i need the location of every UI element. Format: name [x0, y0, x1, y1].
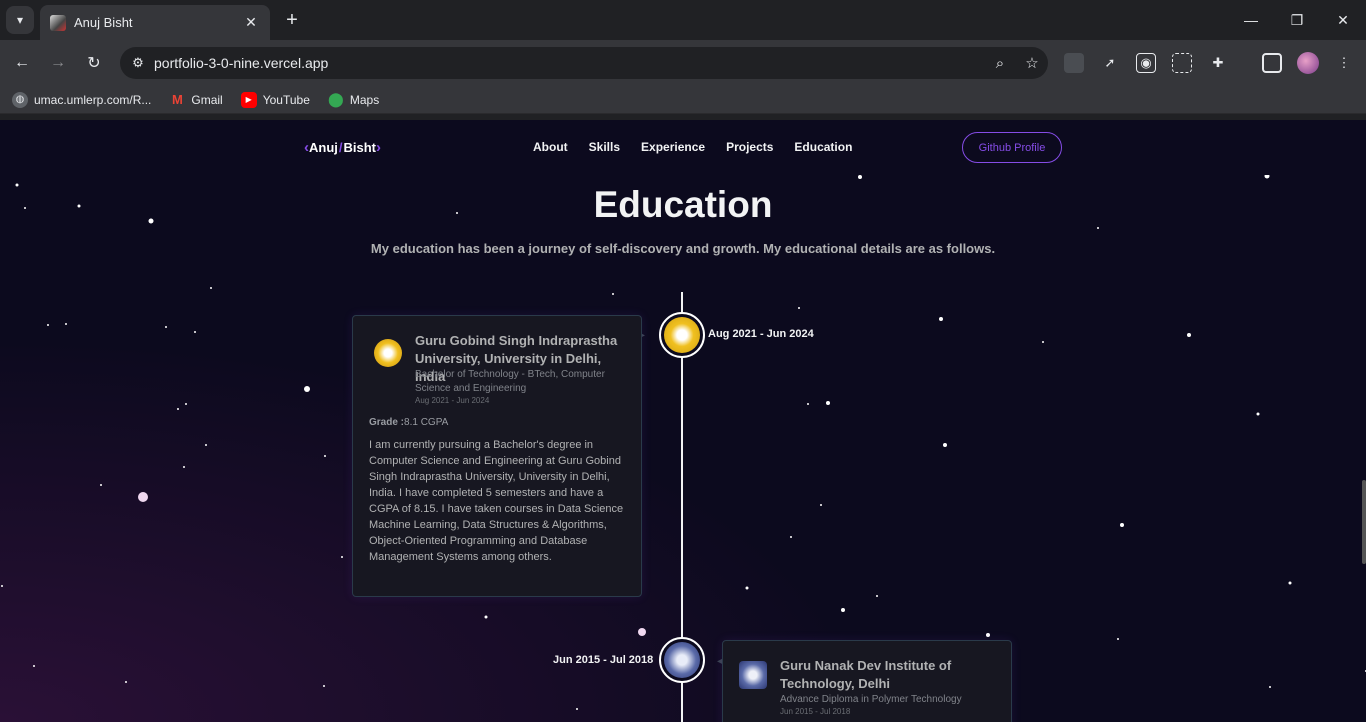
tab-search-chevron-icon[interactable]: ▾ — [6, 6, 34, 34]
card-date: Jun 2015 - Jul 2018 — [780, 707, 851, 716]
gmail-icon: M — [171, 92, 183, 107]
portfolio-page: ‹ Anuj / Bisht › About Skills Experience… — [0, 120, 1366, 722]
grade-label: Grade : — [369, 417, 405, 428]
bookmark-umac[interactable]: ◍ umac.umlerp.com/R... — [12, 91, 152, 108]
glasses-extension-icon[interactable]: ◉ — [1136, 53, 1156, 73]
logo-chevron-right-icon: › — [376, 139, 382, 156]
screenshot-extension-icon[interactable] — [1172, 53, 1192, 73]
address-bar[interactable]: ⚙ portfolio-3-0-nine.vercel.app ⌕ ☆ — [120, 47, 1048, 79]
bookmark-maps[interactable]: ⬤ Maps — [328, 91, 380, 108]
grade-value: 8.1 CGPA — [404, 417, 449, 428]
degree: Bachelor of Technology - BTech, Computer… — [415, 369, 605, 394]
github-profile-button[interactable]: Github Profile — [962, 132, 1062, 163]
timeline-dot — [659, 312, 705, 358]
education-card[interactable]: Guru Gobind Singh Indraprastha Universit… — [352, 315, 642, 597]
bookmark-star-icon[interactable]: ☆ — [1016, 54, 1048, 72]
maps-icon: ⬤ — [328, 91, 344, 107]
logo-surname: Bisht — [343, 140, 377, 155]
menu-kebab-icon[interactable]: ⋮ — [1334, 53, 1354, 73]
bookmark-label: Maps — [349, 92, 380, 107]
zoom-icon[interactable]: ⌕ — [984, 55, 1016, 72]
nav-links: About Skills Experience Projects Educati… — [533, 140, 852, 154]
education-description: I am currently pursuing a Bachelor's deg… — [369, 439, 624, 563]
section-title: Education — [593, 184, 773, 225]
nav-projects[interactable]: Projects — [726, 140, 773, 154]
site-logo[interactable]: ‹ Anuj / Bisht › — [304, 139, 381, 156]
tab-title: Anuj Bisht — [74, 15, 133, 30]
tab-close-icon[interactable]: ✕ — [242, 14, 260, 31]
timeline-dot — [659, 637, 705, 683]
nav-experience[interactable]: Experience — [641, 140, 705, 154]
tab-bar: ▾ Anuj Bisht ✕ + — ❐ ✕ — [0, 0, 1366, 40]
degree: Advance Diploma in Polymer Technology — [780, 694, 962, 705]
site-navbar: ‹ Anuj / Bisht › About Skills Experience… — [0, 120, 1366, 175]
bookmark-label: YouTube — [262, 92, 310, 107]
bookmark-label: umac.umlerp.com/R... — [34, 92, 152, 107]
url-text[interactable]: portfolio-3-0-nine.vercel.app — [154, 55, 984, 71]
card-date: Aug 2021 - Jun 2024 — [415, 396, 490, 405]
browser-toolbar: ← → ↻ ⚙ portfolio-3-0-nine.vercel.app ⌕ … — [0, 40, 1366, 86]
timeline-date: Aug 2021 - Jun 2024 — [708, 328, 814, 340]
bookmarks-bar: ◍ umac.umlerp.com/R... M Gmail ▶ YouTube… — [0, 86, 1366, 114]
section-description: My education has been a journey of self-… — [370, 241, 996, 256]
grade: Grade :8.1 CGPA — [369, 417, 448, 428]
site-settings-icon[interactable]: ⚙ — [122, 55, 154, 71]
back-icon[interactable]: ← — [8, 49, 36, 77]
nav-about[interactable]: About — [533, 140, 568, 154]
page-scrollbar[interactable] — [1362, 480, 1366, 564]
youtube-icon: ▶ — [240, 91, 257, 108]
school-name: Guru Nanak Dev Institute of Technology, … — [780, 658, 952, 691]
active-tab[interactable]: Anuj Bisht ✕ — [40, 5, 270, 40]
bookmark-gmail[interactable]: M Gmail — [169, 92, 223, 108]
reload-icon[interactable]: ↻ — [80, 49, 108, 77]
bookmark-label: Gmail — [191, 92, 223, 107]
school-logo-icon — [374, 339, 402, 367]
restore-icon[interactable]: ❐ — [1274, 0, 1320, 40]
cursor-extension-icon[interactable]: ➚ — [1100, 53, 1120, 73]
timeline-date: Jun 2015 - Jul 2018 — [553, 654, 654, 666]
nav-skills[interactable]: Skills — [589, 140, 620, 154]
site-favicon-icon — [50, 14, 66, 31]
logo-slash: / — [338, 140, 343, 155]
close-window-icon[interactable]: ✕ — [1320, 0, 1366, 40]
minimize-icon[interactable]: — — [1228, 0, 1274, 40]
gndit-logo-icon — [664, 642, 700, 678]
new-tab-icon[interactable]: + — [280, 8, 304, 32]
nav-education[interactable]: Education — [794, 140, 852, 154]
school-logo-icon — [739, 661, 767, 689]
forward-icon[interactable]: → — [44, 49, 72, 77]
globe-icon: ◍ — [12, 91, 28, 108]
education-card[interactable]: Guru Nanak Dev Institute of Technology, … — [722, 640, 1012, 722]
extension-icon[interactable] — [1064, 53, 1084, 73]
bookmark-youtube[interactable]: ▶ YouTube — [240, 91, 310, 108]
extensions-puzzle-icon[interactable]: ✚ — [1208, 53, 1228, 73]
profile-avatar[interactable] — [1297, 52, 1319, 74]
side-panel-icon[interactable] — [1262, 53, 1282, 73]
ggsipu-logo-icon — [664, 317, 700, 353]
logo-name: Anuj — [309, 140, 338, 155]
